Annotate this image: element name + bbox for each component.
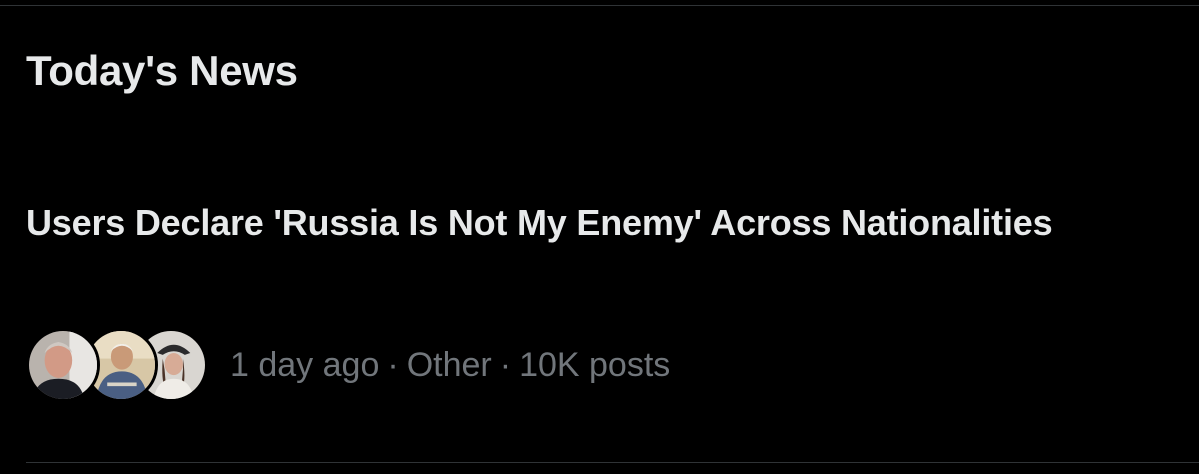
news-item[interactable]: Users Declare 'Russia Is Not My Enemy' A…: [0, 190, 1199, 420]
news-meta-text: 1 day ago · Other · 10K posts: [230, 345, 670, 385]
news-post-count: 10K posts: [519, 346, 671, 384]
section-title: Today's News: [26, 47, 298, 94]
avatar-older-man: [26, 328, 100, 402]
news-category: Other: [406, 346, 492, 384]
top-divider: [0, 5, 1199, 6]
meta-separator: ·: [499, 346, 512, 384]
news-meta-row: 1 day ago · Other · 10K posts: [26, 326, 670, 404]
bottom-divider: [26, 462, 1199, 463]
news-headline: Users Declare 'Russia Is Not My Enemy' A…: [26, 202, 1053, 243]
news-time: 1 day ago: [230, 346, 380, 384]
meta-separator: ·: [387, 346, 399, 384]
avatar-older-man-image: [29, 331, 97, 399]
avatar-stack: [26, 326, 208, 404]
